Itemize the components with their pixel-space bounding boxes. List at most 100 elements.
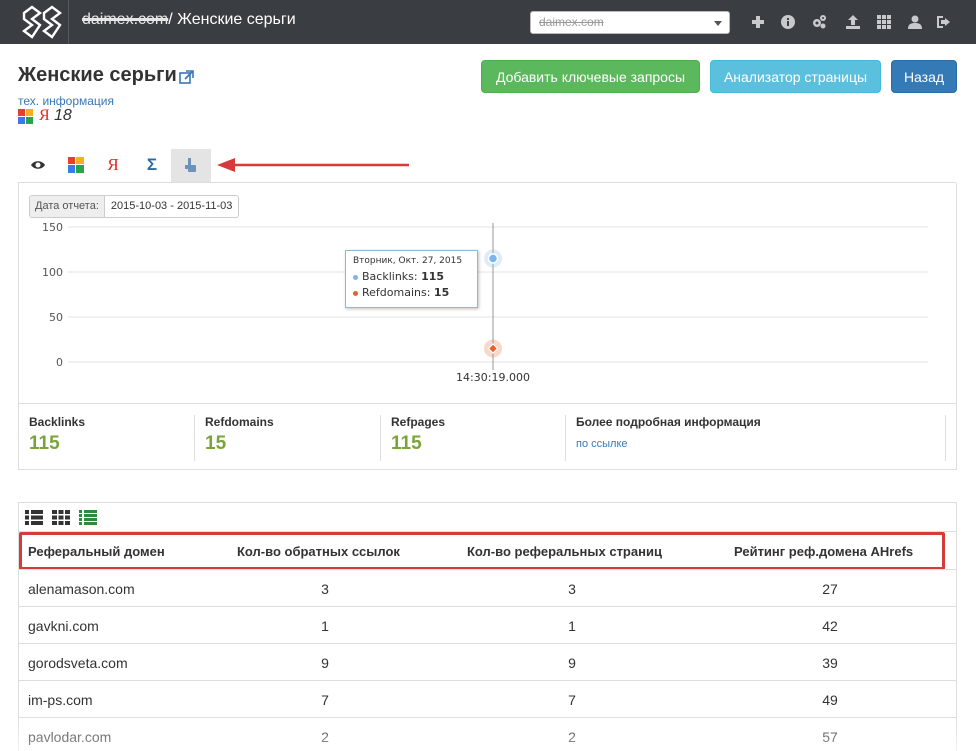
table-row[interactable]: gavkni.com 1 1 42 <box>18 606 957 643</box>
table-row[interactable]: pavlodar.com 2 2 57 <box>18 717 957 751</box>
stat-divider <box>380 415 381 461</box>
cell-backlinks: 7 <box>321 692 329 708</box>
breadcrumb-site[interactable]: daimex.com <box>82 11 168 28</box>
cell-domain[interactable]: alenamason.com <box>28 581 135 597</box>
tooltip-series-value: 15 <box>433 286 450 299</box>
highlight-box <box>19 532 945 570</box>
table-row[interactable]: im-ps.com 7 7 49 <box>18 680 957 717</box>
y-tick-label: 0 <box>56 356 63 369</box>
y-tick-label: 50 <box>49 311 63 324</box>
cell-backlinks: 9 <box>321 655 329 671</box>
list-view-icon[interactable] <box>25 510 43 525</box>
stat-backlinks: Backlinks 115 <box>29 415 85 461</box>
cursor-hand-icon <box>185 158 196 172</box>
table-row[interactable]: gorodsveta.com 9 9 39 <box>18 643 957 680</box>
stat-label: Refpages <box>391 415 446 429</box>
annotation-arrow-icon <box>217 158 409 172</box>
stat-more-info: Более подробная информация по ссылке <box>576 415 761 461</box>
top-navbar: daimex.com/ Женские серьги daimex.com <box>0 0 976 44</box>
tooltip-series-name: Backlinks <box>362 270 414 283</box>
cogs-icon[interactable] <box>809 12 829 32</box>
cell-backlinks: 3 <box>321 581 329 597</box>
cell-rating: 49 <box>822 692 838 708</box>
cell-domain[interactable]: im-ps.com <box>28 692 93 708</box>
site-select-value: daimex.com <box>539 15 604 29</box>
cell-rating: 27 <box>822 581 838 597</box>
info-icon[interactable] <box>778 12 798 32</box>
grid-view-icon[interactable] <box>52 510 70 525</box>
report-date-label: Дата отчета: <box>30 196 105 217</box>
tab-summary[interactable]: Σ <box>132 149 172 182</box>
logout-icon[interactable] <box>934 12 954 32</box>
logo-icon[interactable] <box>22 5 62 39</box>
tooltip-row-backlinks: Backlinks: 115 <box>353 269 470 285</box>
cell-refpages: 3 <box>568 581 576 597</box>
tech-info-link[interactable]: тех. информация <box>18 94 114 108</box>
x-tick-label: 14:30:19.000 <box>456 371 530 384</box>
tab-google[interactable] <box>56 149 96 182</box>
tab-overview[interactable] <box>18 149 58 182</box>
sum-icon: Σ <box>146 155 158 174</box>
cell-domain[interactable]: gorodsveta.com <box>28 655 128 671</box>
backlinks-dot-icon <box>353 274 358 280</box>
tooltip-title: Вторник, Окт. 27, 2015 <box>353 256 463 266</box>
cell-domain[interactable]: pavlodar.com <box>28 729 111 745</box>
upload-icon[interactable] <box>843 12 863 32</box>
yandex-icon: Я <box>39 107 50 124</box>
tab-backlinks[interactable] <box>171 149 211 182</box>
cell-refpages: 2 <box>568 729 576 745</box>
y-tick-label: 100 <box>42 266 63 279</box>
detail-view-icon[interactable] <box>79 510 97 525</box>
stat-value: 115 <box>391 433 422 454</box>
add-keywords-button[interactable]: Добавить ключевые запросы <box>481 60 700 93</box>
user-icon[interactable] <box>905 12 925 32</box>
stat-divider <box>565 415 566 461</box>
stat-value: 15 <box>205 433 227 454</box>
google-icon <box>68 157 84 173</box>
more-info-link[interactable]: по ссылке <box>576 438 761 450</box>
table-row[interactable]: alenamason.com 3 3 27 <box>18 569 957 606</box>
yandex-icon: Я <box>107 155 119 174</box>
breadcrumb-separator: / <box>168 11 173 28</box>
google-icon <box>18 109 33 124</box>
stat-label: Refdomains <box>205 415 274 429</box>
stat-label: Более подробная информация <box>576 415 761 429</box>
stat-label: Backlinks <box>29 415 86 429</box>
stat-refdomains: Refdomains 15 <box>205 415 274 461</box>
plus-icon[interactable] <box>748 12 768 32</box>
grid-icon[interactable] <box>874 12 894 32</box>
cell-domain[interactable]: gavkni.com <box>28 618 99 634</box>
page-title: Женские серьги <box>18 64 177 86</box>
breadcrumb-page: Женские серьги <box>177 11 296 28</box>
eye-icon <box>31 161 45 169</box>
back-button[interactable]: Назад <box>891 60 957 93</box>
cell-rating: 57 <box>822 729 838 745</box>
report-date-range[interactable]: 2015-10-03 - 2015-11-03 <box>105 196 238 217</box>
chart-tooltip: Вторник, Окт. 27, 2015 Backlinks: 115 Re… <box>345 250 478 308</box>
y-tick-label: 150 <box>42 221 63 234</box>
stats-divider <box>18 403 957 404</box>
stat-refpages: Refpages 115 <box>391 415 445 461</box>
tooltip-row-refdomains: Refdomains: 15 <box>353 285 470 301</box>
cell-refpages: 7 <box>568 692 576 708</box>
cell-refpages: 1 <box>568 618 576 634</box>
backlinks-chart: 0 50 100 150 14:30:19.000 <box>42 221 928 384</box>
tooltip-series-name: Refdomains <box>362 286 427 299</box>
stat-divider <box>945 415 946 461</box>
cell-refpages: 9 <box>568 655 576 671</box>
site-select[interactable]: daimex.com <box>530 11 730 34</box>
cell-backlinks: 1 <box>321 618 329 634</box>
cell-rating: 42 <box>822 618 838 634</box>
cell-rating: 39 <box>822 655 838 671</box>
stat-value: 115 <box>29 433 60 454</box>
cell-backlinks: 2 <box>321 729 329 745</box>
breadcrumb: daimex.com/ Женские серьги <box>82 11 296 29</box>
data-point-backlinks <box>487 253 499 264</box>
chevron-down-icon <box>714 21 722 26</box>
logo-divider <box>68 0 69 44</box>
stat-divider <box>194 415 195 461</box>
external-link-icon[interactable] <box>179 70 194 85</box>
tab-yandex[interactable]: Я <box>93 149 133 182</box>
page-analyzer-button[interactable]: Анализатор страницы <box>710 60 881 93</box>
tooltip-series-value: 115 <box>421 270 445 283</box>
